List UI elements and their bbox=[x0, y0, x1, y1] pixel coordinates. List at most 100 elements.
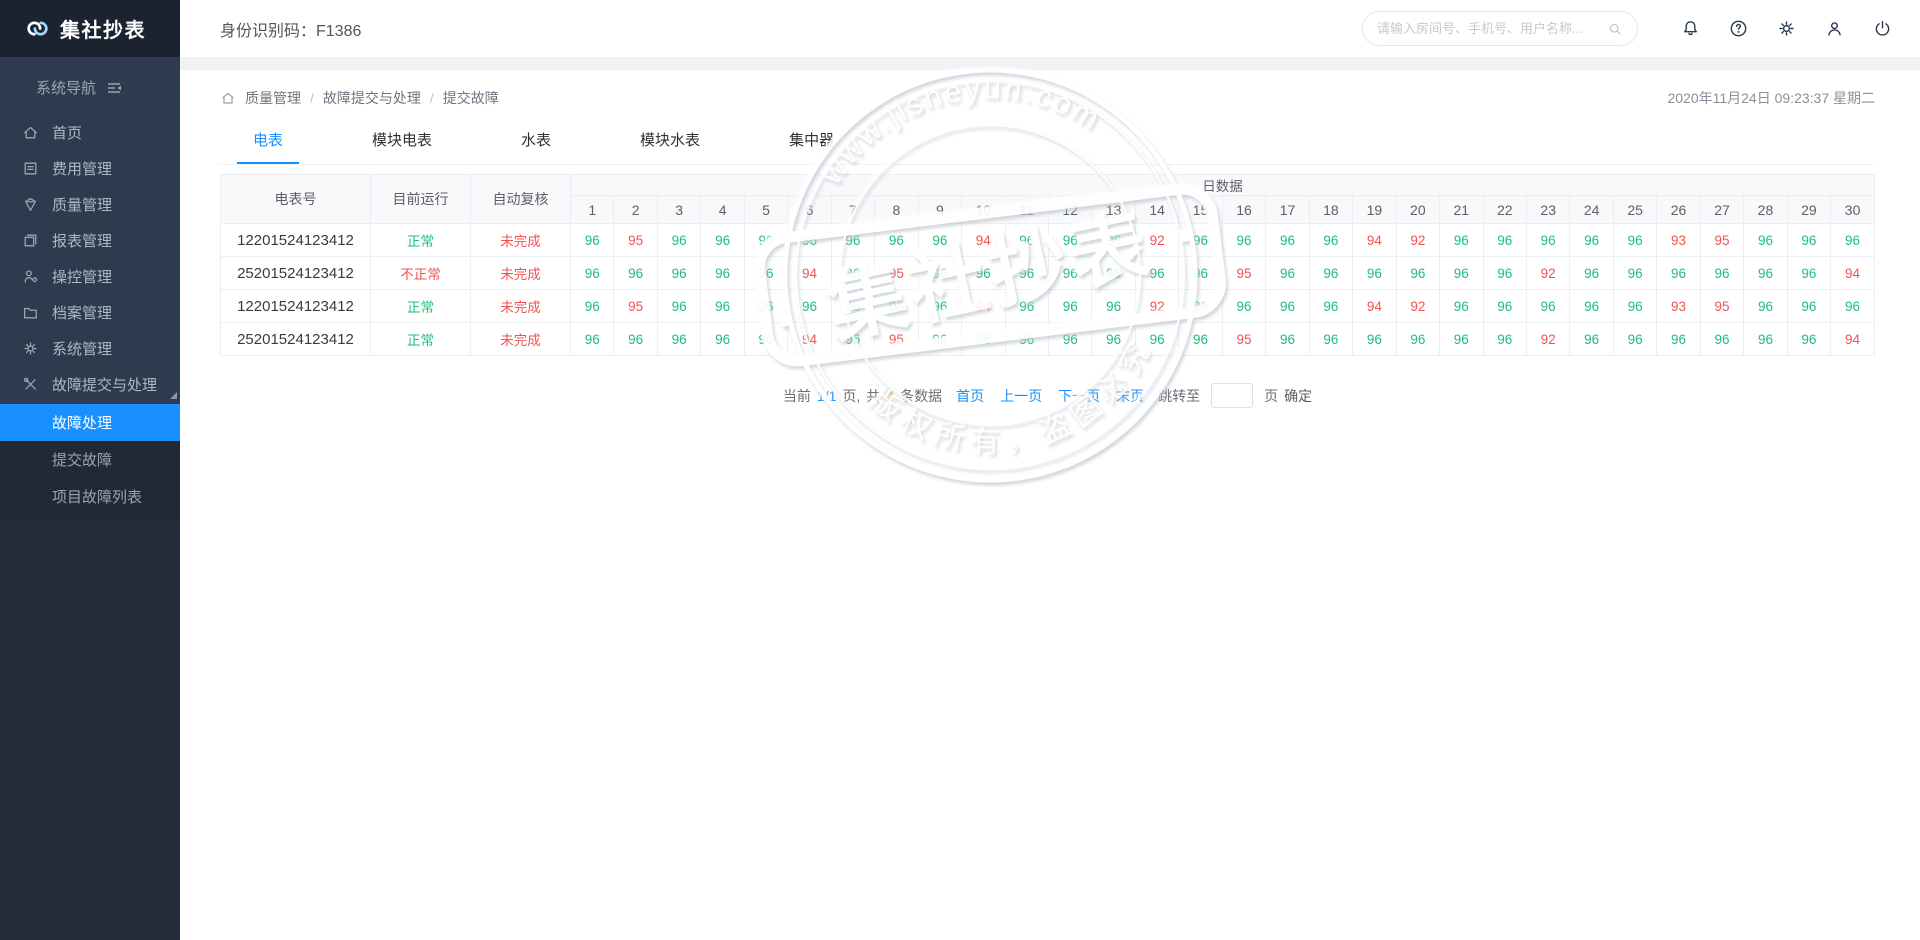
logo-icon bbox=[24, 15, 51, 42]
topbar: 身份识别码：F1386 bbox=[180, 0, 1920, 57]
day-value-cell: 96 bbox=[614, 323, 657, 356]
sidebar-item-label: 系统管理 bbox=[52, 338, 112, 359]
day-value-cell: 92 bbox=[1135, 290, 1178, 323]
expand-corner-icon bbox=[170, 392, 177, 399]
day-value-cell: 96 bbox=[1831, 290, 1875, 323]
tab-电表[interactable]: 电表 bbox=[237, 123, 299, 164]
day-value-cell: 96 bbox=[831, 290, 874, 323]
day-value-cell: 95 bbox=[614, 224, 657, 257]
day-value-cell: 96 bbox=[1570, 290, 1613, 323]
day-value-cell: 96 bbox=[1657, 323, 1700, 356]
day-value-cell: 96 bbox=[1092, 323, 1135, 356]
breadcrumb-separator: / bbox=[430, 90, 434, 106]
settings-button[interactable] bbox=[1762, 0, 1810, 57]
day-value-cell: 96 bbox=[1526, 290, 1569, 323]
home-icon[interactable] bbox=[220, 90, 236, 106]
day-header: 16 bbox=[1222, 196, 1265, 224]
user-icon bbox=[1824, 18, 1845, 39]
day-value-cell: 93 bbox=[1657, 290, 1700, 323]
tab-模块电表[interactable]: 模块电表 bbox=[356, 123, 448, 164]
prev-page-link[interactable]: 上一页 bbox=[1000, 386, 1042, 406]
day-value-cell: 96 bbox=[1744, 323, 1787, 356]
day-value-cell: 96 bbox=[1309, 224, 1352, 257]
search-icon[interactable] bbox=[1607, 21, 1623, 37]
sidebar-item-archive[interactable]: 档案管理 bbox=[0, 294, 180, 330]
day-value-cell: 96 bbox=[1787, 224, 1830, 257]
day-value-cell: 96 bbox=[1483, 224, 1526, 257]
day-header: 18 bbox=[1309, 196, 1352, 224]
sidebar-item-quality[interactable]: 质量管理 bbox=[0, 186, 180, 222]
day-value-cell: 96 bbox=[1613, 257, 1656, 290]
user-button[interactable] bbox=[1810, 0, 1858, 57]
day-value-cell: 96 bbox=[701, 257, 744, 290]
fault-icon bbox=[22, 376, 39, 393]
submenu-item-fault-handle[interactable]: 故障处理 bbox=[0, 404, 180, 441]
total-suffix: 条数据 bbox=[900, 386, 942, 406]
day-value-cell: 96 bbox=[918, 257, 961, 290]
day-value-cell: 96 bbox=[1266, 257, 1309, 290]
day-header: 4 bbox=[701, 196, 744, 224]
day-header: 15 bbox=[1179, 196, 1222, 224]
sidebar: 集社抄表 系统导航 首页费用管理质量管理报表管理操控管理档案管理系统管理故障提交… bbox=[0, 0, 180, 940]
table-row: 12201524123412正常未完成969596969696969696949… bbox=[221, 290, 1875, 323]
day-value-cell: 96 bbox=[657, 257, 700, 290]
sidebar-item-system[interactable]: 系统管理 bbox=[0, 330, 180, 366]
next-page-link[interactable]: 下一页 bbox=[1058, 386, 1100, 406]
day-value-cell: 96 bbox=[1309, 257, 1352, 290]
breadcrumb-item[interactable]: 故障提交与处理 bbox=[323, 88, 421, 108]
day-value-cell: 94 bbox=[1353, 290, 1396, 323]
day-value-cell: 96 bbox=[701, 323, 744, 356]
breadcrumb-item[interactable]: 质量管理 bbox=[245, 88, 301, 108]
sidebar-item-fault[interactable]: 故障提交与处理 bbox=[0, 366, 180, 402]
day-value-cell: 96 bbox=[1744, 257, 1787, 290]
search-box bbox=[1362, 11, 1638, 46]
bell-button[interactable] bbox=[1666, 0, 1714, 57]
power-button[interactable] bbox=[1858, 0, 1906, 57]
quality-icon bbox=[22, 196, 39, 213]
settings-icon bbox=[1776, 18, 1797, 39]
review-cell: 未完成 bbox=[471, 290, 571, 323]
sidebar-item-home[interactable]: 首页 bbox=[0, 114, 180, 150]
search-input[interactable] bbox=[1377, 21, 1607, 36]
day-value-cell: 96 bbox=[1266, 224, 1309, 257]
system-icon bbox=[22, 340, 39, 357]
review-cell: 未完成 bbox=[471, 257, 571, 290]
app-logo[interactable]: 集社抄表 bbox=[0, 0, 180, 57]
day-value-cell: 96 bbox=[1179, 290, 1222, 323]
day-header: 26 bbox=[1657, 196, 1700, 224]
day-value-cell: 94 bbox=[1831, 323, 1875, 356]
submenu-item-fault-submit[interactable]: 提交故障 bbox=[0, 441, 180, 478]
day-value-cell: 96 bbox=[1440, 257, 1483, 290]
table-body: 12201524123412正常未完成969596969696969696949… bbox=[221, 224, 1875, 356]
day-value-cell: 96 bbox=[1309, 290, 1352, 323]
sidebar-item-fee[interactable]: 费用管理 bbox=[0, 150, 180, 186]
day-value-cell: 94 bbox=[962, 290, 1005, 323]
status-cell: 正常 bbox=[371, 290, 471, 323]
help-button[interactable] bbox=[1714, 0, 1762, 57]
day-value-cell: 96 bbox=[1048, 290, 1091, 323]
day-value-cell: 96 bbox=[1179, 257, 1222, 290]
day-value-cell: 96 bbox=[657, 224, 700, 257]
submenu-item-fault-list[interactable]: 项目故障列表 bbox=[0, 478, 180, 515]
submenu-item-label: 提交故障 bbox=[52, 449, 112, 470]
confirm-button[interactable]: 确定 bbox=[1284, 386, 1312, 406]
first-page-link[interactable]: 首页 bbox=[956, 386, 984, 406]
day-value-cell: 96 bbox=[1266, 290, 1309, 323]
sidebar-item-control[interactable]: 操控管理 bbox=[0, 258, 180, 294]
pagination: 当前1/1页,共4条数据首页上一页下一页末页跳转至页确定 bbox=[220, 383, 1875, 408]
breadcrumb-item[interactable]: 提交故障 bbox=[443, 88, 499, 108]
day-value-cell: 92 bbox=[1526, 257, 1569, 290]
last-page-link[interactable]: 末页 bbox=[1116, 386, 1144, 406]
tab-模块水表[interactable]: 模块水表 bbox=[624, 123, 716, 164]
total-prefix: 共 bbox=[866, 386, 880, 406]
collapse-menu-icon[interactable] bbox=[106, 80, 122, 96]
page-jump-input[interactable] bbox=[1211, 383, 1253, 408]
sidebar-item-report[interactable]: 报表管理 bbox=[0, 222, 180, 258]
tab-水表[interactable]: 水表 bbox=[505, 123, 567, 164]
day-value-cell: 96 bbox=[614, 257, 657, 290]
jump-unit: 页 bbox=[1264, 386, 1278, 406]
tab-集中器[interactable]: 集中器 bbox=[773, 123, 850, 164]
meter-data-table: 电表号目前运行自动复核日数据12345678910111213141516171… bbox=[220, 174, 1875, 356]
day-value-cell: 96 bbox=[1092, 290, 1135, 323]
column-header: 目前运行 bbox=[371, 175, 471, 224]
